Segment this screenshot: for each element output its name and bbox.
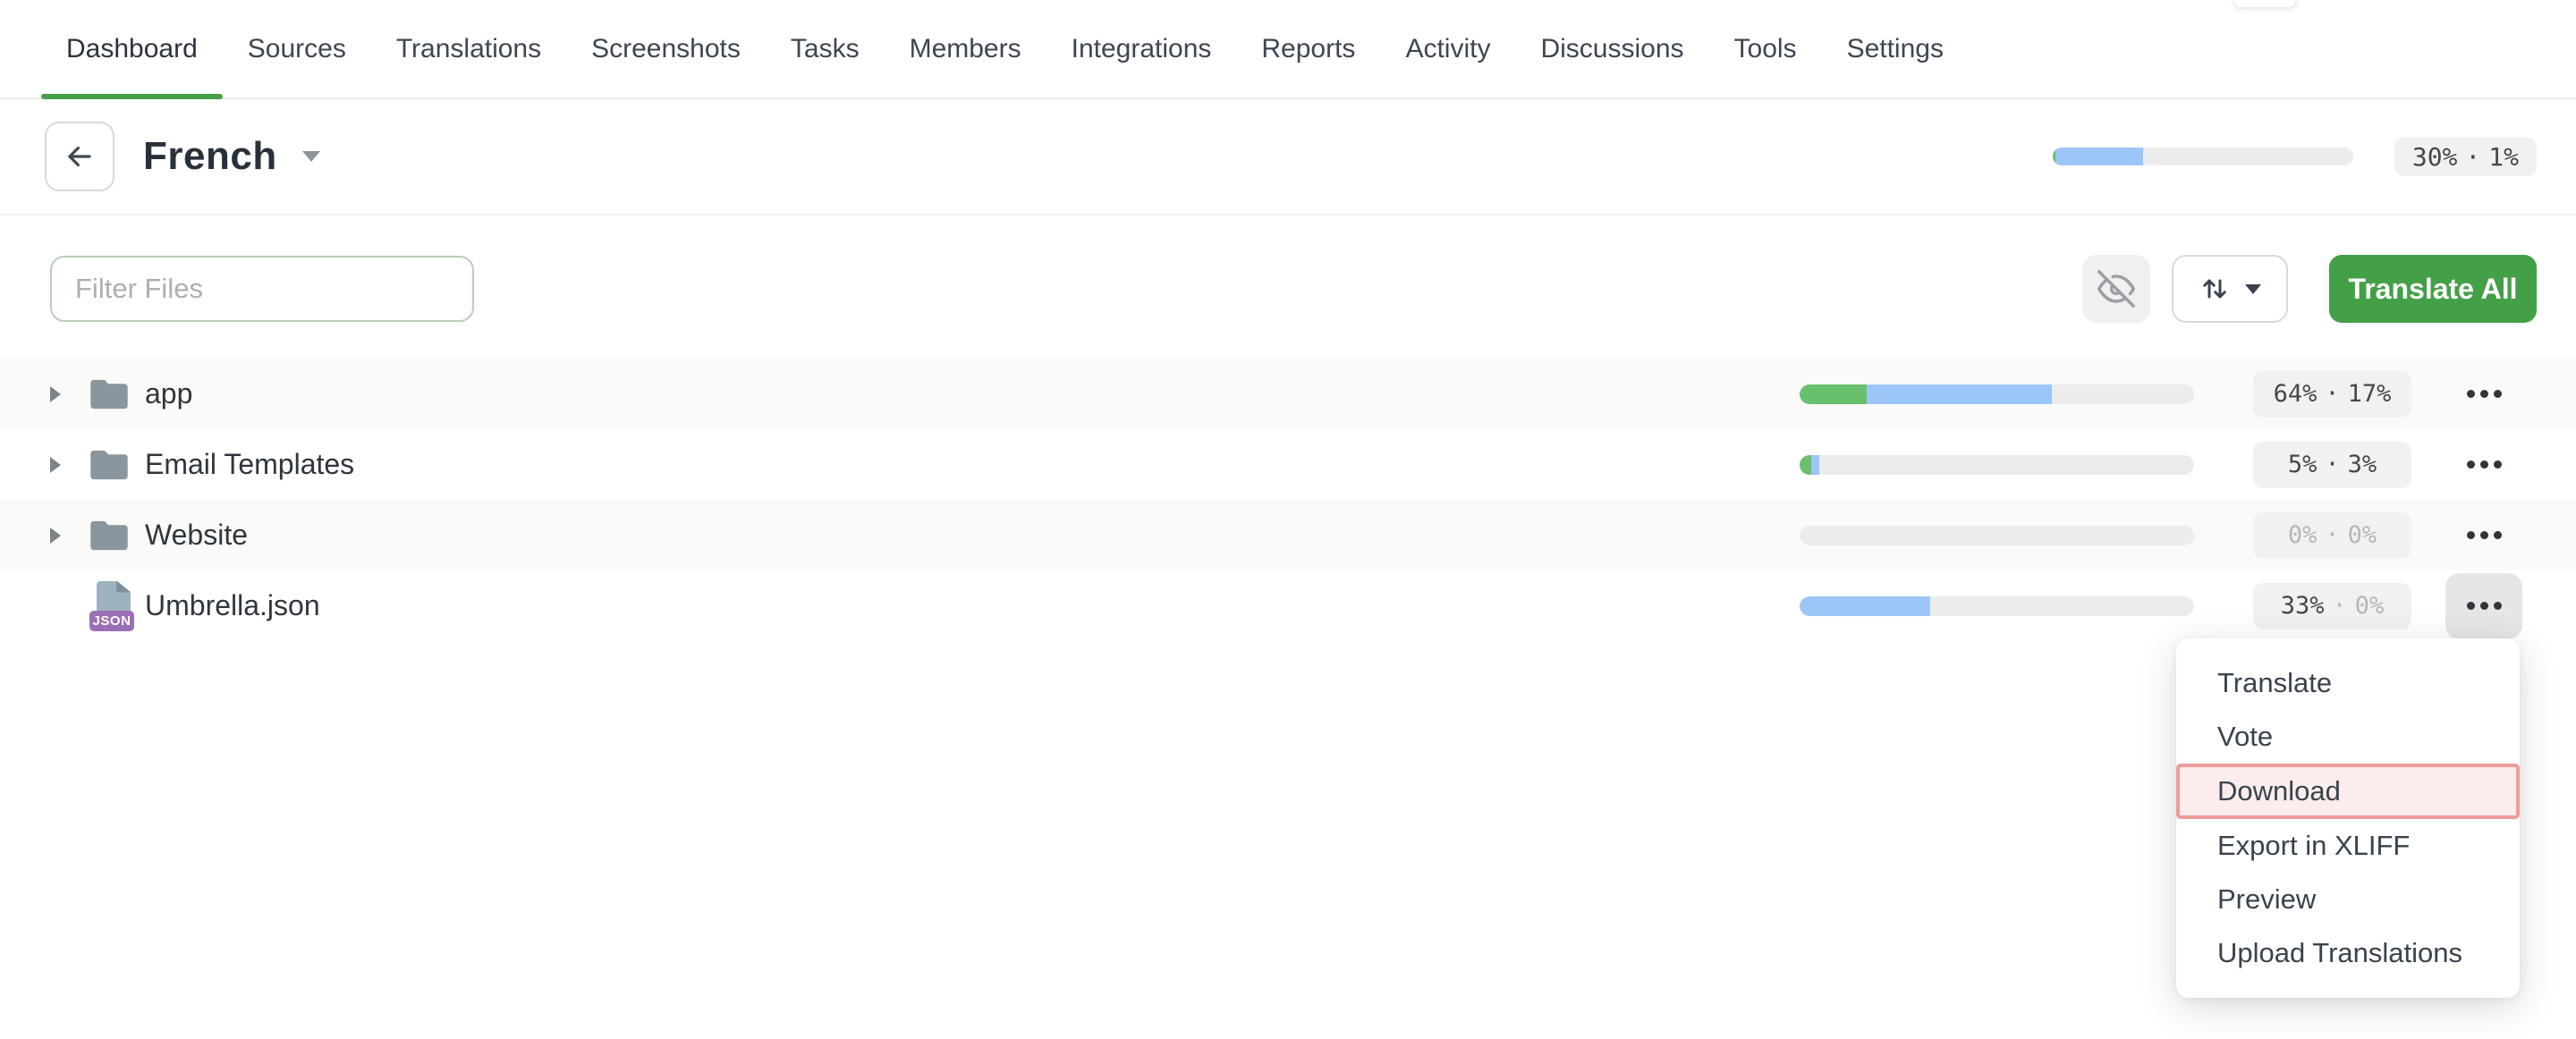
tab-screenshots[interactable]: Screenshots	[566, 0, 766, 97]
filter-files-input[interactable]	[50, 256, 474, 322]
language-progress-badge: 30% · 1%	[2394, 137, 2537, 176]
language-progress-bar	[2053, 148, 2353, 165]
language-header: French 30% · 1%	[0, 99, 2576, 215]
translate-all-button[interactable]: Translate All	[2329, 255, 2537, 323]
ellipsis-icon	[2467, 460, 2502, 469]
menu-item-download[interactable]: Download	[2176, 764, 2520, 819]
project-language-page: Dashboard Sources Translations Screensho…	[0, 0, 2576, 1039]
file-name: Umbrella.json	[145, 589, 320, 622]
tab-settings[interactable]: Settings	[1822, 0, 1969, 97]
approved-pct: 1%	[2488, 142, 2519, 172]
file-name: Email Templates	[145, 448, 354, 481]
chevron-right-icon	[50, 528, 61, 544]
chevron-down-icon	[302, 151, 320, 162]
dot-separator: ·	[2325, 380, 2339, 408]
back-button[interactable]	[45, 122, 114, 191]
file-row-umbrella-json[interactable]: JSON Umbrella.json 33% · 0%	[0, 570, 2576, 641]
tab-discussions[interactable]: Discussions	[1515, 0, 1708, 97]
menu-item-translate[interactable]: Translate	[2176, 656, 2520, 710]
approved-bar	[1800, 455, 1811, 475]
json-file-icon: JSON	[89, 581, 141, 631]
ellipsis-icon	[2467, 390, 2502, 398]
toggle-hidden-files-button[interactable]	[2082, 255, 2150, 323]
file-progress-bar	[1800, 455, 2194, 475]
chevron-down-icon	[2245, 284, 2261, 294]
tab-sources[interactable]: Sources	[223, 0, 371, 97]
file-list: app 64% · 17% Email Templates	[0, 359, 2576, 641]
language-progress: 30% · 1%	[2053, 137, 2537, 176]
row-menu-button[interactable]	[2445, 503, 2522, 569]
file-progress-badge: 5% · 3%	[2253, 442, 2411, 488]
row-menu-button-active[interactable]	[2445, 573, 2522, 639]
ellipsis-icon	[2467, 531, 2502, 539]
file-name: Website	[145, 519, 248, 552]
approved-bar	[1800, 384, 1867, 404]
tab-translations[interactable]: Translations	[371, 0, 566, 97]
dot-separator: ·	[2325, 521, 2339, 549]
file-progress-bar	[1800, 526, 2194, 545]
tab-members[interactable]: Members	[885, 0, 1046, 97]
tab-tools[interactable]: Tools	[1709, 0, 1822, 97]
folder-icon	[89, 448, 141, 482]
menu-item-vote[interactable]: Vote	[2176, 710, 2520, 764]
translated-pct: 33%	[2281, 592, 2325, 620]
file-progress-bar	[1800, 384, 2194, 404]
tab-reports[interactable]: Reports	[1236, 0, 1380, 97]
translated-bar	[1800, 596, 1930, 616]
eye-off-icon	[2097, 270, 2135, 308]
expand-folder-toggle[interactable]	[50, 457, 89, 473]
arrow-left-icon	[63, 139, 97, 173]
approved-pct: 0%	[2355, 592, 2385, 620]
file-progress-badge: 64% · 17%	[2253, 371, 2411, 418]
json-format-badge: JSON	[89, 611, 134, 631]
cutoff-popup-remnant	[2233, 0, 2297, 9]
approved-pct: 17%	[2348, 380, 2392, 408]
file-progress-bar	[1800, 596, 2194, 616]
folder-icon	[89, 519, 141, 553]
language-dropdown-button[interactable]	[302, 151, 320, 162]
tab-tasks[interactable]: Tasks	[766, 0, 885, 97]
project-tabs-nav: Dashboard Sources Translations Screensho…	[0, 0, 2576, 99]
approved-bar	[2053, 148, 2055, 165]
dot-separator: ·	[2325, 451, 2339, 478]
approved-pct: 0%	[2348, 521, 2377, 549]
chevron-right-icon	[50, 457, 61, 473]
translated-pct: 0%	[2288, 521, 2318, 549]
translated-pct: 30%	[2412, 142, 2458, 172]
file-progress-badge: 0% · 0%	[2253, 512, 2411, 559]
dot-separator: ·	[2465, 142, 2480, 172]
ellipsis-icon	[2467, 602, 2502, 610]
row-menu-button[interactable]	[2445, 361, 2522, 427]
file-row-app[interactable]: app 64% · 17%	[0, 359, 2576, 429]
sort-files-button[interactable]	[2172, 255, 2288, 323]
sort-arrows-icon	[2199, 273, 2231, 305]
tab-dashboard[interactable]: Dashboard	[41, 0, 223, 97]
menu-item-export-in-xliff[interactable]: Export in XLIFF	[2176, 819, 2520, 873]
expand-folder-toggle[interactable]	[50, 528, 89, 544]
file-progress-badge: 33% · 0%	[2253, 583, 2411, 629]
expand-folder-toggle[interactable]	[50, 386, 89, 402]
translated-bar	[2053, 148, 2143, 165]
files-toolbar: Translate All	[0, 215, 2576, 359]
menu-item-upload-translations[interactable]: Upload Translations	[2176, 926, 2520, 980]
tab-activity[interactable]: Activity	[1380, 0, 1515, 97]
approved-pct: 3%	[2348, 451, 2377, 478]
file-row-email-templates[interactable]: Email Templates 5% · 3%	[0, 429, 2576, 500]
chevron-right-icon	[50, 386, 61, 402]
file-name: app	[145, 377, 192, 410]
file-row-website[interactable]: Website 0% · 0%	[0, 500, 2576, 570]
file-context-menu: Translate Vote Download Export in XLIFF …	[2176, 638, 2520, 998]
translated-pct: 64%	[2274, 380, 2318, 408]
toolbar-actions: Translate All	[2082, 255, 2537, 323]
translated-pct: 5%	[2288, 451, 2318, 478]
row-menu-button[interactable]	[2445, 432, 2522, 498]
menu-item-preview[interactable]: Preview	[2176, 873, 2520, 926]
folder-icon	[89, 377, 141, 411]
page-title: French	[143, 134, 277, 179]
tab-integrations[interactable]: Integrations	[1046, 0, 1237, 97]
dot-separator: ·	[2333, 592, 2347, 620]
